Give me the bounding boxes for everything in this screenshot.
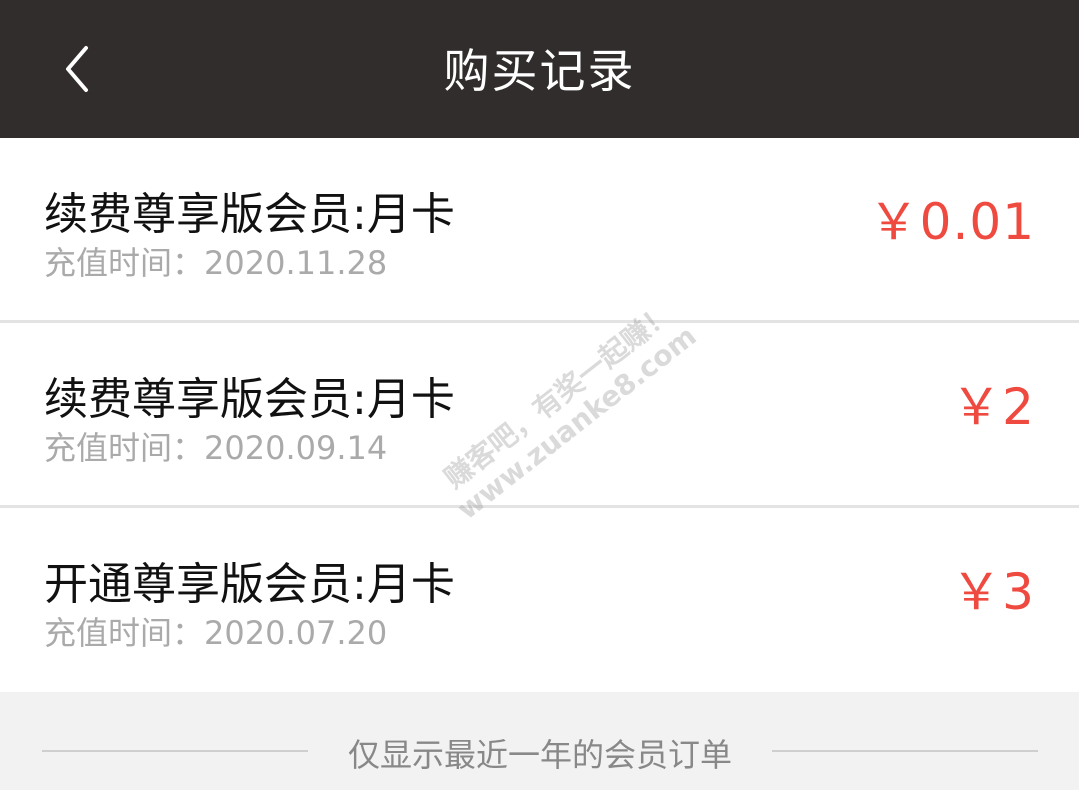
record-item-name: 开通尊享版会员:月卡: [44, 559, 455, 610]
record-item-name: 续费尊享版会员:月卡: [44, 374, 455, 425]
divider-right: [772, 750, 1038, 752]
record-recharge-time: 充值时间：2020.11.28: [44, 244, 388, 282]
divider-left: [42, 750, 308, 752]
top-nav-bar: 购买记录: [0, 0, 1079, 138]
page-title: 购买记录: [443, 44, 636, 98]
record-price: ￥3: [951, 563, 1035, 621]
record-price: ￥2: [951, 378, 1035, 436]
record-recharge-time: 充值时间：2020.07.20: [44, 614, 388, 652]
record-recharge-time: 充值时间：2020.09.14: [44, 429, 388, 467]
purchase-record-row[interactable]: 续费尊享版会员:月卡 充值时间：2020.09.14 ￥2: [0, 323, 1079, 508]
purchase-record-row[interactable]: 开通尊享版会员:月卡 充值时间：2020.07.20 ￥3: [0, 508, 1079, 698]
purchase-record-row[interactable]: 续费尊享版会员:月卡 充值时间：2020.11.28 ￥0.01: [0, 138, 1079, 323]
footer-note-area: 仅显示最近一年的会员订单: [0, 692, 1079, 790]
record-item-name: 续费尊享版会员:月卡: [44, 189, 455, 240]
footer-note: 仅显示最近一年的会员订单: [347, 736, 732, 774]
record-price: ￥0.01: [868, 193, 1035, 251]
purchase-record-list: 续费尊享版会员:月卡 充值时间：2020.11.28 ￥0.01 续费尊享版会员…: [0, 138, 1079, 698]
